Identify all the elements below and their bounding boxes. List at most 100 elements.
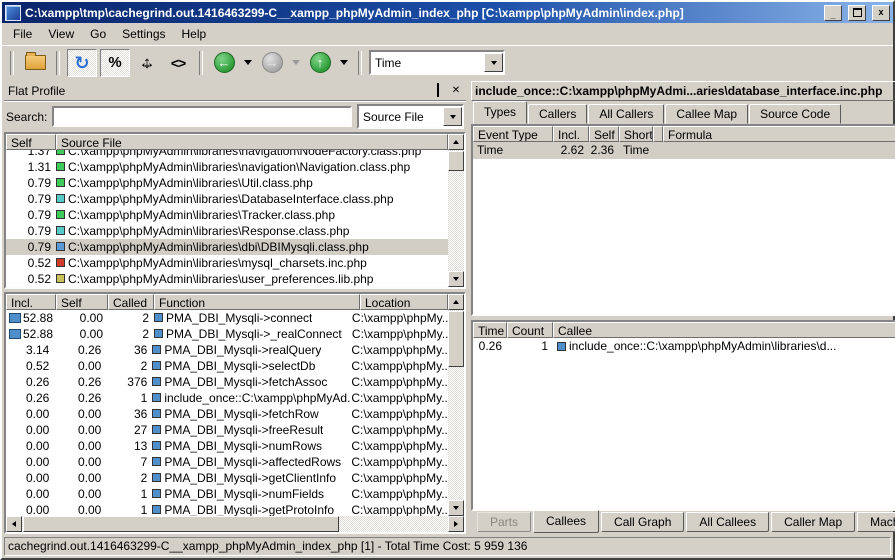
scroll-down-button[interactable]	[448, 500, 464, 516]
cycle-detection-button[interactable]: ↔↕	[133, 50, 161, 76]
source-list-vscrollbar[interactable]	[448, 134, 464, 287]
source-list-header: Self Source File	[6, 134, 448, 150]
column-header-callee[interactable]: Callee	[553, 322, 895, 338]
open-file-button[interactable]	[21, 50, 49, 76]
menu-file[interactable]: File	[6, 25, 39, 43]
column-header-time[interactable]: Time	[473, 322, 507, 338]
column-header-count[interactable]: Count	[507, 322, 553, 338]
detail-tabs: TypesCallersAll CallersCallee MapSource …	[471, 103, 895, 124]
column-header-blank[interactable]	[653, 126, 663, 142]
table-row[interactable]: 0.000.002PMA_DBI_Mysqli->getClientInfoC:…	[6, 470, 448, 486]
column-header-source-file[interactable]: Source File	[56, 134, 448, 150]
forward-button[interactable]: →	[258, 50, 286, 76]
angle-brackets-icon: <>	[171, 55, 185, 71]
column-header-location[interactable]: Location	[360, 294, 448, 310]
reload-button[interactable]: ↻	[67, 49, 97, 77]
scroll-down-button[interactable]	[448, 271, 464, 287]
column-header-incl[interactable]: Incl.	[6, 294, 56, 310]
list-item[interactable]: 0.52C:\xampp\phpMyAdmin\libraries\user_p…	[6, 271, 448, 287]
file-color-icon	[56, 242, 65, 251]
title-bar[interactable]: C:\xampp\tmp\cachegrind.out.1416463299-C…	[2, 2, 893, 23]
shorten-templates-button[interactable]: <>	[164, 50, 192, 76]
table-row[interactable]: 0.000.007PMA_DBI_Mysqli->affectedRowsC:\…	[6, 454, 448, 470]
forward-dropdown-icon[interactable]	[292, 60, 300, 65]
table-row[interactable]: 0.260.261include_once::C:\xampp\phpMyAd.…	[6, 390, 448, 406]
table-row[interactable]: 3.140.2636PMA_DBI_Mysqli->realQueryC:\xa…	[6, 342, 448, 358]
group-select[interactable]: Source File	[357, 104, 464, 129]
scroll-left-button[interactable]	[6, 516, 22, 532]
close-dock-button[interactable]: ✕	[450, 85, 462, 96]
table-row[interactable]: 0.26 1 include_once::C:\xampp\phpMyAdmin…	[473, 338, 895, 355]
column-header-self[interactable]: Self	[589, 126, 619, 142]
detail-bottom-tabs: PartsCalleesCall GraphAll CalleesCaller …	[471, 512, 895, 534]
tab-callees[interactable]: Callees	[533, 510, 599, 533]
tab-all-callers[interactable]: All Callers	[588, 104, 664, 124]
function-icon	[152, 345, 161, 354]
menu-help[interactable]: Help	[175, 25, 214, 43]
column-header-called[interactable]: Called	[108, 294, 154, 310]
tab-parts[interactable]: Parts	[477, 512, 531, 532]
combo-dropdown-button[interactable]	[443, 107, 462, 126]
list-item[interactable]: 0.79C:\xampp\phpMyAdmin\libraries\Util.c…	[6, 175, 448, 191]
scroll-thumb[interactable]	[23, 516, 339, 532]
combo-dropdown-button[interactable]	[484, 53, 503, 72]
percent-toggle-button[interactable]: %	[100, 49, 130, 77]
up-button[interactable]: ↑	[306, 50, 334, 76]
list-item[interactable]: 0.52C:\xampp\phpMyAdmin\libraries\mysql_…	[6, 255, 448, 271]
list-item[interactable]: 1.31C:\xampp\phpMyAdmin\libraries\naviga…	[6, 159, 448, 175]
function-table-vscrollbar[interactable]	[448, 294, 464, 516]
function-table-hscrollbar[interactable]	[6, 516, 464, 532]
column-header-self[interactable]: Self	[6, 134, 56, 150]
tab-machine[interactable]: Machine	[857, 512, 895, 532]
scroll-thumb[interactable]	[448, 151, 464, 171]
menu-view[interactable]: View	[41, 25, 81, 43]
scroll-up-button[interactable]	[448, 294, 464, 310]
dock-title-bar[interactable]: Flat Profile ✕	[4, 81, 466, 101]
table-row[interactable]: 0.000.001PMA_DBI_Mysqli->numFieldsC:\xam…	[6, 486, 448, 502]
table-row[interactable]: 52.880.002PMA_DBI_Mysqli->connectC:\xamp…	[6, 310, 448, 326]
scroll-up-button[interactable]	[448, 134, 464, 150]
function-icon	[154, 329, 163, 338]
list-item[interactable]: 1.37C:\xampp\phpMyAdmin\libraries\naviga…	[6, 150, 448, 159]
tab-callee-map[interactable]: Callee Map	[665, 104, 748, 124]
minimize-button[interactable]: _	[824, 5, 842, 21]
up-dropdown-icon[interactable]	[340, 60, 348, 65]
scroll-thumb[interactable]	[448, 311, 464, 367]
close-button[interactable]: x	[872, 5, 890, 21]
list-item[interactable]: 0.79C:\xampp\phpMyAdmin\libraries\Respon…	[6, 223, 448, 239]
tab-callers[interactable]: Callers	[528, 104, 587, 124]
menu-settings[interactable]: Settings	[115, 25, 172, 43]
menu-go[interactable]: Go	[83, 25, 113, 43]
table-row[interactable]: 0.260.26376PMA_DBI_Mysqli->fetchAssocC:\…	[6, 374, 448, 390]
tab-source-code[interactable]: Source Code	[749, 104, 841, 124]
list-item[interactable]: 0.79C:\xampp\phpMyAdmin\libraries\Tracke…	[6, 207, 448, 223]
column-header-formula[interactable]: Formula	[663, 126, 895, 142]
table-row[interactable]: 0.000.0036PMA_DBI_Mysqli->fetchRowC:\xam…	[6, 406, 448, 422]
back-dropdown-icon[interactable]	[244, 60, 252, 65]
list-item[interactable]: 0.79C:\xampp\phpMyAdmin\libraries\dbi\DB…	[6, 239, 448, 255]
chevron-down-icon	[491, 61, 497, 65]
column-header-short[interactable]: Short	[619, 126, 653, 142]
tab-caller-map[interactable]: Caller Map	[771, 512, 855, 532]
column-header-event-type[interactable]: Event Type	[473, 126, 553, 142]
column-header-incl[interactable]: Incl.	[553, 126, 589, 142]
tab-types[interactable]: Types	[473, 101, 527, 124]
table-row[interactable]: Time 2.62 2.36 Time	[473, 142, 895, 159]
table-row[interactable]: 0.000.0013PMA_DBI_Mysqli->numRowsC:\xamp…	[6, 438, 448, 454]
maximize-button[interactable]	[848, 5, 866, 21]
window-title: C:\xampp\tmp\cachegrind.out.1416463299-C…	[25, 6, 818, 20]
column-header-function[interactable]: Function	[154, 294, 360, 310]
search-input[interactable]	[52, 106, 352, 127]
table-row[interactable]: 0.000.0027PMA_DBI_Mysqli->freeResultC:\x…	[6, 422, 448, 438]
table-row[interactable]: 0.000.001PMA_DBI_Mysqli->getProtoInfoC:\…	[6, 502, 448, 516]
table-row[interactable]: 52.880.002PMA_DBI_Mysqli->_realConnectC:…	[6, 326, 448, 342]
scroll-right-button[interactable]	[448, 516, 464, 532]
list-item[interactable]: 0.79C:\xampp\phpMyAdmin\libraries\Databa…	[6, 191, 448, 207]
tab-call-graph[interactable]: Call Graph	[601, 512, 684, 532]
event-type-select[interactable]: Time	[369, 50, 505, 75]
column-header-self[interactable]: Self	[56, 294, 108, 310]
table-row[interactable]: 0.520.002PMA_DBI_Mysqli->selectDbC:\xamp…	[6, 358, 448, 374]
back-button[interactable]: ←	[210, 50, 238, 76]
tab-all-callees[interactable]: All Callees	[686, 512, 769, 532]
float-dock-button[interactable]	[432, 85, 444, 96]
